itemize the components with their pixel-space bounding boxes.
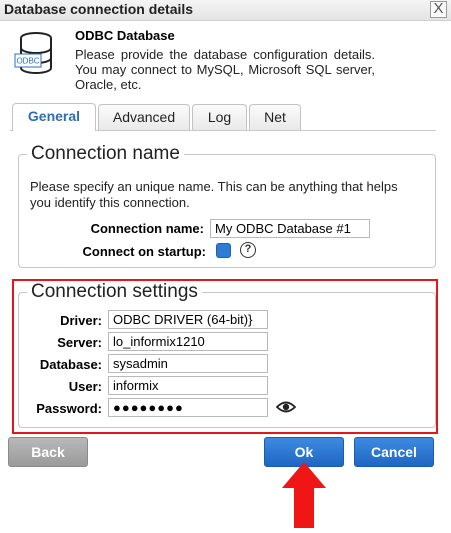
close-icon: X — [433, 0, 444, 17]
tab-advanced[interactable]: Advanced — [98, 104, 190, 130]
database-icon: ODBC — [14, 32, 52, 74]
database-label: Database: — [39, 357, 102, 372]
title-bar: Database connection details X — [0, 0, 451, 21]
user-input[interactable]: informix — [108, 376, 268, 395]
back-button[interactable]: Back — [8, 437, 88, 467]
connection-name-input[interactable]: My ODBC Database #1 — [210, 219, 370, 238]
driver-select[interactable]: ODBC DRIVER (64-bit)} — [108, 310, 268, 329]
server-input[interactable]: lo_informix1210 — [108, 332, 268, 351]
connection-name-info: Please specify an unique name. This can … — [30, 179, 398, 210]
close-button[interactable]: X — [430, 1, 447, 18]
tab-net[interactable]: Net — [249, 104, 301, 130]
header-description: Please provide the database configuratio… — [75, 47, 375, 92]
database-icon-label: ODBC — [16, 57, 39, 66]
connection-name-legend: Connection name — [31, 143, 180, 164]
password-input[interactable]: ●●●●●●●● — [108, 398, 268, 417]
tab-log[interactable]: Log — [192, 104, 247, 130]
connection-settings-legend: Connection settings — [31, 281, 198, 302]
cancel-button[interactable]: Cancel — [354, 437, 434, 467]
arrow-up-icon — [282, 462, 326, 528]
header-title: ODBC Database — [75, 28, 175, 43]
server-label: Server: — [57, 335, 102, 350]
tab-general[interactable]: General — [12, 103, 96, 131]
connection-dialog: Database connection details X ODBC ODBC … — [0, 0, 451, 533]
help-icon[interactable]: ? — [240, 242, 256, 258]
driver-label: Driver: — [60, 313, 102, 328]
user-label: User: — [68, 379, 102, 394]
connect-on-startup-label: Connect on startup: — [82, 244, 207, 259]
eye-icon[interactable] — [276, 400, 296, 414]
password-label: Password: — [36, 401, 102, 416]
connect-on-startup-checkbox[interactable] — [216, 243, 231, 258]
connection-name-label: Connection name: — [90, 221, 204, 236]
window-title: Database connection details — [4, 1, 194, 17]
database-input[interactable]: sysadmin — [108, 354, 268, 373]
